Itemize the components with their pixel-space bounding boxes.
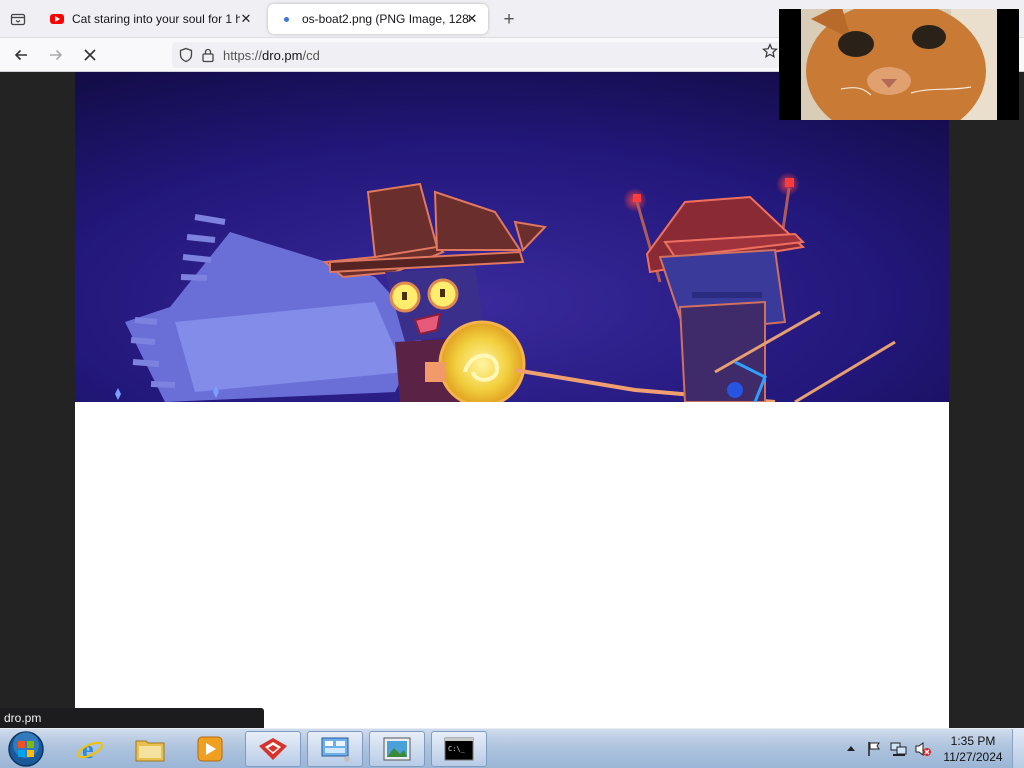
show-desktop-button[interactable]	[1012, 729, 1024, 768]
new-tab-button[interactable]: +	[498, 8, 520, 30]
taskbar-control-panel[interactable]	[307, 731, 363, 767]
image-dot-icon	[278, 11, 294, 27]
volume-muted-icon[interactable]	[914, 741, 932, 757]
start-button[interactable]	[4, 730, 48, 768]
windows-taskbar: e C:\_ 1:35 PM 11/27/2024	[0, 728, 1024, 768]
image-viewer-icon	[383, 737, 411, 761]
media-player-icon	[197, 736, 223, 762]
taskbar-image-viewer[interactable]	[369, 731, 425, 767]
displayed-image[interactable]	[75, 72, 949, 402]
tab-label: os-boat2.png (PNG Image, 1280	[302, 12, 470, 26]
svg-text:e: e	[82, 735, 94, 764]
page-blank-area	[75, 402, 949, 728]
system-clock[interactable]: 1:35 PM 11/27/2024	[938, 733, 1008, 765]
stop-loading-button[interactable]	[78, 43, 102, 67]
shield-icon[interactable]	[178, 47, 194, 63]
url-host: dro.pm	[262, 48, 303, 63]
status-bar: dro.pm	[0, 708, 264, 728]
folder-icon	[135, 740, 165, 762]
tab-list-icon	[10, 13, 26, 26]
svg-text:C:\_: C:\_	[448, 745, 466, 753]
control-panel-icon	[321, 737, 350, 762]
arrow-left-icon	[14, 49, 27, 61]
pixel-art-illustration	[75, 72, 949, 402]
internet-explorer-icon: e	[77, 735, 103, 764]
taskbar-windows-explorer[interactable]	[122, 731, 178, 767]
lock-icon[interactable]	[201, 47, 215, 63]
arrow-right-icon	[50, 49, 63, 61]
network-icon[interactable]	[890, 741, 908, 757]
taskbar-media-player[interactable]	[182, 731, 238, 767]
close-icon[interactable]: ✕	[464, 11, 480, 27]
back-button[interactable]	[9, 43, 33, 67]
url-bar[interactable]: https://dro.pm/cd	[172, 42, 792, 68]
system-tray: 1:35 PM 11/27/2024	[840, 729, 1024, 768]
windows-orb-icon	[8, 731, 44, 767]
show-hidden-icons-arrow-icon[interactable]	[847, 745, 855, 751]
clock-time: 1:35 PM	[950, 734, 996, 748]
tab-label: Cat staring into your soul for 1 h	[72, 12, 240, 26]
picture-in-picture-video[interactable]	[779, 9, 1019, 120]
command-prompt-icon: C:\_	[444, 737, 474, 761]
action-center-flag-icon[interactable]	[866, 741, 882, 757]
cat-video-frame	[801, 9, 997, 120]
close-icon[interactable]: ✕	[238, 11, 254, 27]
forward-button[interactable]	[44, 43, 68, 67]
taskbar-internet-explorer[interactable]: e	[62, 731, 118, 767]
screen: Cat staring into your soul for 1 h ✕ os-…	[0, 0, 1024, 768]
url-path: /cd	[302, 48, 320, 63]
clock-date: 11/27/2024	[943, 750, 1003, 764]
taskbar-command-prompt[interactable]: C:\_	[431, 731, 487, 767]
gitkraken-icon	[259, 738, 287, 760]
tab-image[interactable]: os-boat2.png (PNG Image, 1280 ✕	[268, 4, 488, 34]
bookmark-star-button[interactable]	[762, 43, 778, 64]
taskbar-gitkraken[interactable]	[245, 731, 301, 767]
list-all-tabs-button[interactable]	[6, 7, 30, 31]
tab-youtube[interactable]: Cat staring into your soul for 1 h ✕	[40, 4, 262, 34]
star-icon	[762, 43, 778, 59]
url-text[interactable]: https://dro.pm/cd	[223, 48, 320, 63]
close-icon	[84, 49, 96, 61]
url-prefix: https://	[223, 48, 263, 63]
youtube-icon	[50, 14, 64, 24]
